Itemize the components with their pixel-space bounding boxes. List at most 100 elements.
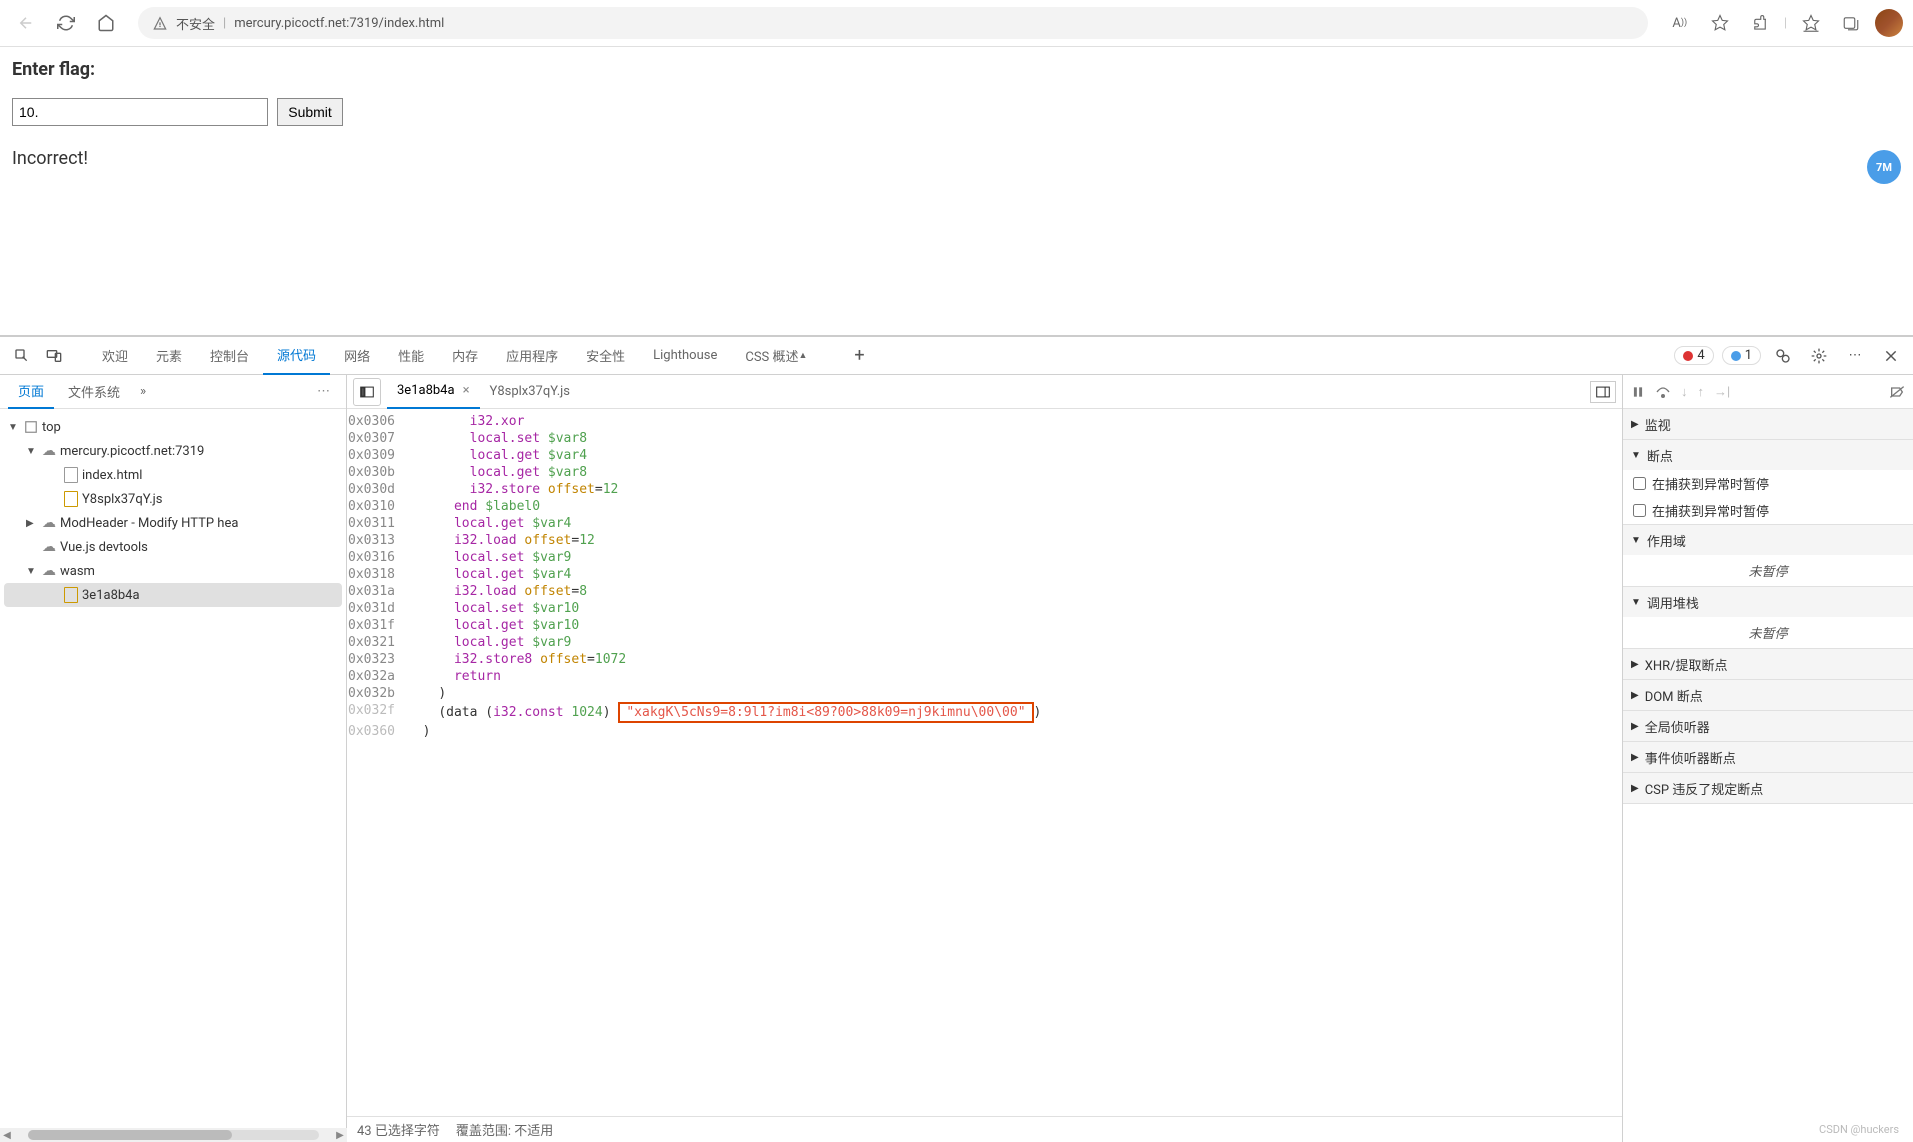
extensions-icon[interactable] — [1744, 7, 1776, 39]
submit-button[interactable]: Submit — [277, 98, 343, 126]
sources-navigator: 页面 文件系统 » ⋯ ▼top ▼mercury.picoctf.net:73… — [0, 375, 347, 1142]
url-bar[interactable]: 不安全 | mercury.picoctf.net:7319/index.htm… — [138, 7, 1648, 39]
back-button[interactable] — [10, 7, 42, 39]
result-text: Incorrect! — [12, 148, 1901, 169]
selection-status: 43 已选择字符 — [357, 1120, 440, 1139]
file-tab-wasm[interactable]: 3e1a8b4a× — [387, 375, 480, 409]
xhr-section[interactable]: ▶XHR/提取断点 — [1623, 649, 1913, 679]
read-aloud-icon[interactable]: A)) — [1664, 7, 1696, 39]
toggle-navigator-icon[interactable] — [353, 378, 381, 406]
tree-js-file[interactable]: Y8splx37qY.js — [4, 487, 342, 511]
breakpoints-section[interactable]: ▼断点 — [1623, 440, 1913, 470]
devtools-tab-3[interactable]: 源代码 — [263, 337, 330, 375]
cloud-icon — [42, 539, 56, 555]
toggle-debugger-icon[interactable] — [1590, 381, 1616, 403]
url-divider: | — [223, 16, 226, 31]
settings-icon[interactable] — [1805, 342, 1833, 370]
devtools-tab-7[interactable]: 应用程序 — [492, 337, 572, 375]
flag-input[interactable] — [12, 98, 268, 126]
tree-ext-modheader[interactable]: ▶ModHeader - Modify HTTP hea — [4, 511, 342, 535]
highlighted-string: "xakgK\5cNs9=8:9l1?im8i<89?00>88k09=nj9k… — [618, 702, 1033, 723]
step-icon[interactable]: →| — [1714, 384, 1730, 400]
devtools-tab-5[interactable]: 性能 — [384, 337, 438, 375]
nav-tab-filesystem[interactable]: 文件系统 — [58, 375, 130, 409]
tree-wasm-file[interactable]: 3e1a8b4a — [4, 583, 342, 607]
devtools-tab-4[interactable]: 网络 — [330, 337, 384, 375]
favorites-bar-icon[interactable] — [1795, 7, 1827, 39]
toolbar-divider: | — [1784, 16, 1787, 31]
devtools-tab-0[interactable]: 欢迎 — [88, 337, 142, 375]
tree-ext-vue[interactable]: Vue.js devtools — [4, 535, 342, 559]
debugger-sidebar: ↓ ↑ →| ▶监视 ▼断点 在捕获到异常时暂停 在捕获到异常时暂停 ▼作用域 … — [1623, 375, 1913, 1142]
security-label: 不安全 — [176, 14, 215, 33]
step-into-icon[interactable]: ↓ — [1681, 384, 1688, 400]
file-icon — [64, 491, 78, 507]
error-badge[interactable]: 4 — [1674, 346, 1713, 365]
csp-bp-section[interactable]: ▶CSP 违反了规定断点 — [1623, 773, 1913, 803]
close-devtools-icon[interactable] — [1877, 342, 1905, 370]
dom-bp-section[interactable]: ▶DOM 断点 — [1623, 680, 1913, 710]
scope-section[interactable]: ▼作用域 — [1623, 525, 1913, 555]
frame-icon — [24, 420, 38, 434]
file-icon — [64, 587, 78, 603]
devtools-tab-2[interactable]: 控制台 — [196, 337, 263, 375]
cloud-icon — [42, 515, 56, 531]
info-dot-icon — [1731, 351, 1741, 361]
pause-icon[interactable] — [1631, 385, 1645, 399]
devtools-tabbar: 欢迎元素控制台源代码网络性能内存应用程序安全性LighthouseCSS 概述 … — [0, 337, 1913, 375]
insecure-icon — [152, 15, 168, 31]
page-heading: Enter flag: — [12, 59, 1901, 80]
nav-more-icon[interactable]: ⋯ — [311, 384, 338, 399]
side-badge[interactable]: 7M — [1867, 150, 1901, 184]
tree-site[interactable]: ▼mercury.picoctf.net:7319 — [4, 439, 342, 463]
devtools-tab-6[interactable]: 内存 — [438, 337, 492, 375]
tree-wasm-folder[interactable]: ▼wasm — [4, 559, 342, 583]
coverage-status: 覆盖范围: 不适用 — [456, 1120, 553, 1139]
nav-tab-page[interactable]: 页面 — [8, 375, 54, 409]
cloud-icon — [42, 443, 56, 459]
device-toggle-icon[interactable] — [40, 342, 68, 370]
horizontal-scrollbar[interactable]: ◀▶ — [0, 1128, 347, 1142]
file-tab-js[interactable]: Y8splx37qY.js — [480, 375, 580, 409]
devtools-tab-8[interactable]: 安全性 — [572, 337, 639, 375]
tree-index-html[interactable]: index.html — [4, 463, 342, 487]
editor-status-bar: 43 已选择字符 覆盖范围: 不适用 — [347, 1116, 1622, 1142]
profile-avatar[interactable] — [1875, 9, 1903, 37]
url-text: mercury.picoctf.net:7319/index.html — [234, 16, 444, 31]
callstack-empty: 未暂停 — [1623, 617, 1913, 648]
callstack-section[interactable]: ▼调用堆栈 — [1623, 587, 1913, 617]
scope-empty: 未暂停 — [1623, 555, 1913, 586]
devtools-tab-1[interactable]: 元素 — [142, 337, 196, 375]
collections-icon[interactable] — [1835, 7, 1867, 39]
devtools-tab-10[interactable]: CSS 概述 ▲ — [731, 337, 821, 375]
home-button[interactable] — [90, 7, 122, 39]
watch-section[interactable]: ▶监视 — [1623, 409, 1913, 439]
favorite-icon[interactable] — [1704, 7, 1736, 39]
nav-tab-more[interactable]: » — [134, 384, 152, 399]
bp-pause-exceptions-2[interactable]: 在捕获到异常时暂停 — [1623, 497, 1913, 524]
deactivate-bp-icon[interactable] — [1889, 385, 1905, 399]
devtools-tab-9[interactable]: Lighthouse — [639, 337, 731, 375]
close-icon[interactable]: × — [463, 383, 470, 398]
devtools: 欢迎元素控制台源代码网络性能内存应用程序安全性LighthouseCSS 概述 … — [0, 335, 1913, 1142]
watermark: CSDN @huckers — [1819, 1123, 1899, 1136]
issues-icon[interactable] — [1769, 342, 1797, 370]
global-listeners-section[interactable]: ▶全局侦听器 — [1623, 711, 1913, 741]
code-viewer[interactable]: 0x0306 i32.xor0x0307 local.set $var80x03… — [347, 409, 1622, 1116]
browser-toolbar: 不安全 | mercury.picoctf.net:7319/index.htm… — [0, 0, 1913, 47]
event-listener-bp-section[interactable]: ▶事件侦听器断点 — [1623, 742, 1913, 772]
tree-top[interactable]: ▼top — [4, 415, 342, 439]
add-tab-icon[interactable]: + — [845, 342, 873, 370]
step-out-icon[interactable]: ↑ — [1698, 384, 1705, 400]
bp-pause-exceptions-1[interactable]: 在捕获到异常时暂停 — [1623, 470, 1913, 497]
step-over-icon[interactable] — [1655, 385, 1671, 399]
inspect-icon[interactable] — [8, 342, 36, 370]
cloud-icon — [42, 563, 56, 579]
error-dot-icon — [1683, 351, 1693, 361]
file-icon — [64, 467, 78, 483]
info-badge[interactable]: 1 — [1722, 346, 1761, 365]
refresh-button[interactable] — [50, 7, 82, 39]
page-content: Enter flag: Submit Incorrect! — [0, 47, 1913, 181]
more-icon[interactable]: ⋯ — [1841, 342, 1869, 370]
source-editor: 3e1a8b4a× Y8splx37qY.js 0x0306 i32.xor0x… — [347, 375, 1623, 1142]
